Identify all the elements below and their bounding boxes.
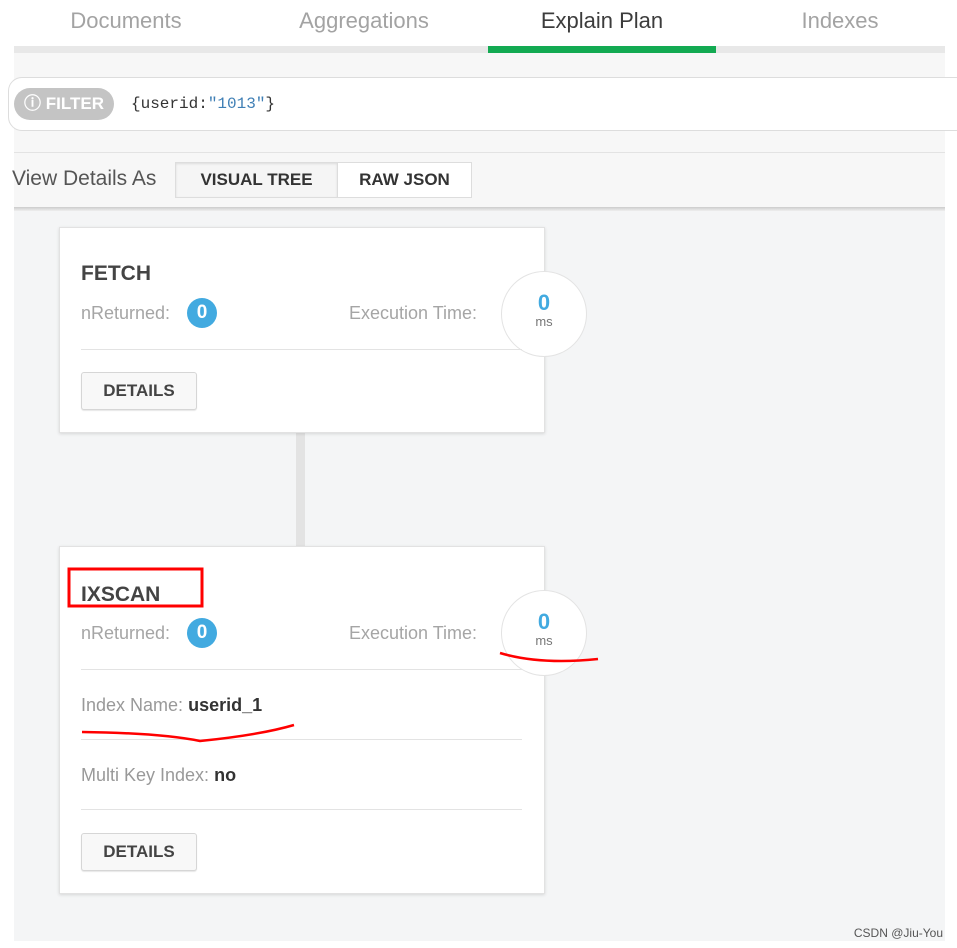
- credit-text: CSDN @Jiu-You: [853, 926, 943, 940]
- red-annotations: [67, 567, 599, 743]
- annotation-underline: [499, 651, 599, 663]
- annotation-underline: [81, 723, 295, 743]
- annotation-box: [67, 567, 204, 608]
